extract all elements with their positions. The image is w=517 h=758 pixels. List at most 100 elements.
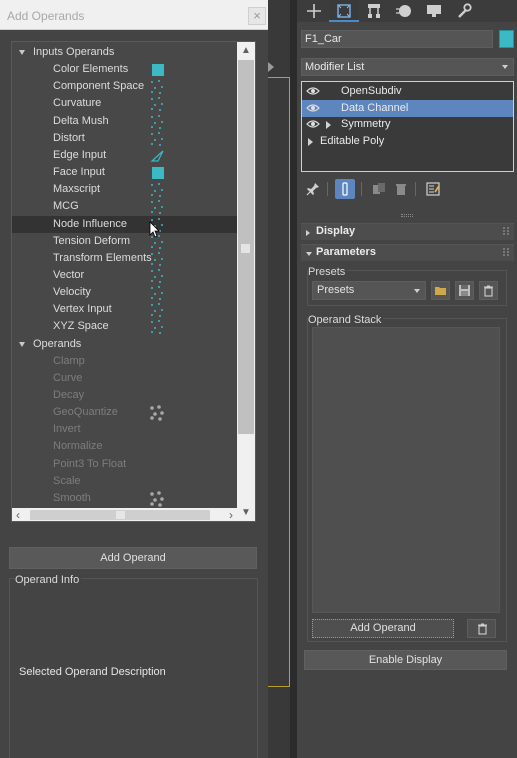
- tab-motion[interactable]: [389, 0, 419, 22]
- vertical-scrollbar[interactable]: ▲ ▼: [237, 42, 255, 521]
- dots-icon: [151, 286, 163, 301]
- remove-modifier-button[interactable]: [391, 179, 411, 199]
- tree-item[interactable]: Scale: [12, 473, 237, 490]
- configure-sets-button[interactable]: [423, 179, 443, 199]
- tree-item[interactable]: Face Input: [12, 164, 237, 181]
- remove-modifier-icon: [396, 184, 406, 195]
- tab-display[interactable]: [419, 0, 449, 22]
- scroll-down-icon[interactable]: ▼: [237, 504, 255, 521]
- viewport[interactable]: [268, 0, 290, 758]
- tree-item[interactable]: Edge Input: [12, 147, 237, 164]
- tab-create[interactable]: [299, 0, 329, 22]
- object-color-swatch[interactable]: [499, 30, 514, 48]
- panel-resize-grip[interactable]: [401, 214, 413, 217]
- tree-item[interactable]: MCG: [12, 198, 237, 215]
- tree-item[interactable]: Point3 To Float: [12, 456, 237, 473]
- tab-hierarchy[interactable]: [359, 0, 389, 22]
- operand-tree[interactable]: Inputs Operands Color Elements Component S…: [11, 41, 256, 522]
- pin-stack-button[interactable]: [303, 179, 323, 199]
- tree-item[interactable]: Node Influence: [12, 215, 237, 238]
- modifier-stack-item[interactable]: Data Channel: [302, 99, 513, 117]
- object-name-field[interactable]: F1_Car: [301, 30, 493, 48]
- tree-item[interactable]: Vertex Input: [12, 301, 237, 318]
- expand-arrow-icon[interactable]: [19, 50, 25, 55]
- modifier-stack-label: Data Channel: [341, 101, 409, 114]
- tree-item[interactable]: Decay: [12, 387, 237, 404]
- eye-icon[interactable]: [306, 85, 320, 97]
- modifier-stack-item[interactable]: Editable Poly: [302, 133, 513, 150]
- save-preset-button[interactable]: [455, 281, 474, 300]
- tree-item-label: Color Elements: [53, 63, 129, 76]
- expand-arrow-icon[interactable]: [19, 341, 25, 347]
- enable-display-button[interactable]: Enable Display: [304, 650, 507, 670]
- command-panel-tabs: [297, 0, 517, 22]
- panel-divider[interactable]: [290, 0, 297, 758]
- operand-info-group: Operand Info Selected Operand Descriptio…: [9, 574, 258, 758]
- tree-item-label: Vector: [53, 268, 85, 281]
- tree-item-label: Velocity: [53, 286, 91, 299]
- tree-item[interactable]: Velocity: [12, 284, 237, 301]
- make-unique-icon: [373, 183, 385, 194]
- tree-item[interactable]: Delta Mush: [12, 113, 237, 130]
- scroll-left-icon[interactable]: ‹: [16, 508, 20, 521]
- dots-icon: [151, 251, 163, 266]
- dots-icon: [151, 114, 163, 129]
- expand-arrow-icon[interactable]: [326, 121, 331, 129]
- add-operands-dialog: Add Operands × Inputs Operands Color Elem…: [0, 0, 268, 758]
- tab-modify[interactable]: [329, 0, 359, 22]
- modifier-stack-item[interactable]: Symmetry: [302, 116, 513, 133]
- tree-item[interactable]: Color Elements: [12, 61, 237, 78]
- modifier-stack[interactable]: OpenSubdiv Data Channel Symmetry Editable P…: [301, 81, 514, 172]
- collapsed-arrow-icon: [306, 230, 310, 236]
- scroll-right-icon[interactable]: ›: [229, 508, 233, 521]
- tree-item[interactable]: Vector: [12, 267, 237, 284]
- tree-item[interactable]: XYZ Space: [12, 318, 237, 335]
- toolbar-separator: [327, 182, 328, 196]
- create-icon: [307, 4, 321, 18]
- scroll-up-icon[interactable]: ▲: [237, 42, 255, 60]
- make-unique-button[interactable]: [369, 179, 389, 199]
- parameters-rollout-header[interactable]: Parameters: [301, 244, 514, 261]
- horizontal-scrollbar[interactable]: ‹ ›: [12, 508, 237, 521]
- chevron-down-icon: [414, 289, 420, 293]
- dots-icon: [151, 303, 163, 318]
- dialog-titlebar[interactable]: Add Operands ×: [0, 0, 268, 30]
- tree-item[interactable]: Smooth: [12, 490, 237, 507]
- tree-item-label: Component Space: [53, 80, 145, 93]
- tree-section[interactable]: Operands: [12, 336, 237, 353]
- tree-item[interactable]: Transform Elements: [12, 250, 237, 267]
- tree-item[interactable]: Curvature: [12, 95, 237, 112]
- modifier-stack-item[interactable]: OpenSubdiv: [302, 83, 513, 100]
- tree-item[interactable]: Distort: [12, 130, 237, 147]
- display-rollout-header[interactable]: Display: [301, 223, 514, 240]
- tree-item[interactable]: Tension Deform: [12, 233, 237, 250]
- tree-section[interactable]: Inputs Operands: [12, 44, 237, 61]
- tree-item[interactable]: Maxscript: [12, 181, 237, 198]
- close-icon[interactable]: ×: [248, 7, 266, 25]
- delete-preset-button[interactable]: [479, 281, 498, 300]
- parameters-rollout-label: Parameters: [316, 246, 376, 258]
- eye-icon[interactable]: [306, 102, 320, 114]
- presets-value: Presets: [317, 284, 355, 296]
- add-operand-button[interactable]: Add Operand: [9, 547, 257, 569]
- eye-icon[interactable]: [306, 118, 320, 130]
- gray-dots-icon: [150, 491, 164, 507]
- tree-item[interactable]: Curve: [12, 370, 237, 387]
- operand-stack-list[interactable]: [312, 327, 500, 613]
- load-preset-button[interactable]: [431, 281, 450, 300]
- add-operand-stack-button[interactable]: Add Operand: [312, 619, 454, 638]
- show-end-result-button[interactable]: [335, 179, 355, 199]
- delete-operand-button[interactable]: [467, 619, 496, 638]
- tree-item[interactable]: Normalize: [12, 438, 237, 455]
- tree-item-label: Invert: [53, 423, 81, 436]
- tree-item-label: Maxscript: [53, 183, 101, 196]
- tree-item[interactable]: Component Space: [12, 78, 237, 95]
- tree-item[interactable]: Clamp: [12, 353, 237, 370]
- tree-item[interactable]: Invert: [12, 421, 237, 438]
- tree-item[interactable]: GeoQuantize: [12, 404, 237, 421]
- tab-utilities[interactable]: [449, 0, 479, 22]
- modifier-list-dropdown[interactable]: Modifier List: [301, 58, 514, 76]
- expand-arrow-icon[interactable]: [308, 137, 313, 146]
- tree-item-label: Smooth: [53, 491, 91, 504]
- presets-dropdown[interactable]: Presets: [312, 281, 426, 300]
